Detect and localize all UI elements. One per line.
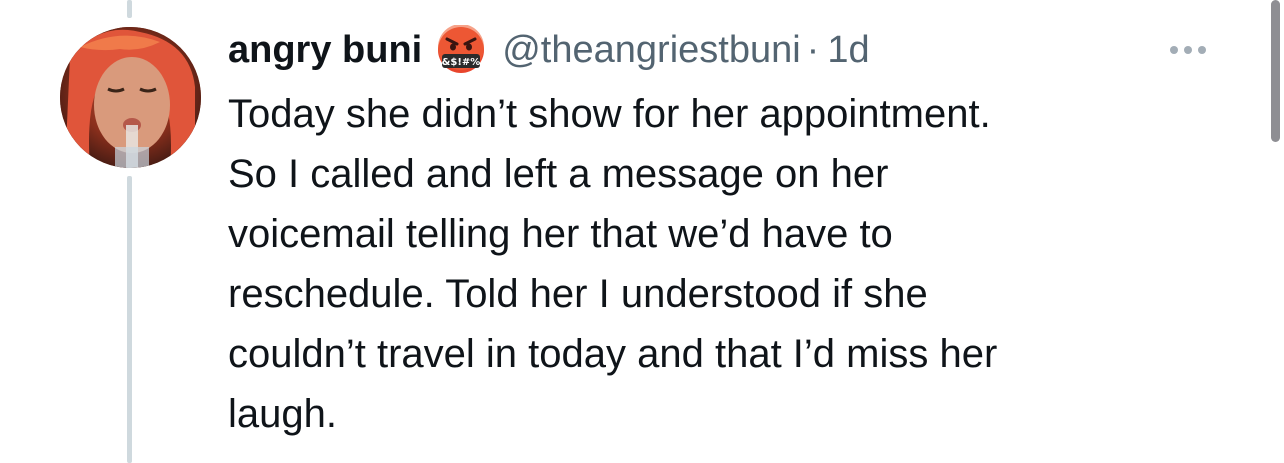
user-handle[interactable]: @theangriestbuni (502, 24, 800, 76)
timestamp[interactable]: 1d (827, 24, 869, 76)
face-with-symbols-icon: &$!#% (436, 25, 486, 75)
tweet-text-line: Today she didn’t show for her appointmen… (228, 92, 991, 136)
avatar[interactable] (60, 27, 201, 168)
more-options-button[interactable] (1160, 28, 1216, 72)
tweet-body: angry buni &$!#% @theangriestbuni · 1d T… (228, 24, 1260, 444)
display-name[interactable]: angry buni (228, 24, 422, 76)
thread-line-bottom (127, 176, 132, 463)
more-horizontal-icon (1170, 46, 1178, 54)
svg-text:&$!#%: &$!#% (442, 57, 481, 68)
tweet-text-line: couldn’t travel in today and that I’d mi… (228, 332, 998, 376)
tweet-header: angry buni &$!#% @theangriestbuni · 1d (228, 24, 1260, 76)
tweet-text-line: laugh. (228, 392, 337, 436)
tweet-text-line: voicemail telling her that we’d have to (228, 212, 893, 256)
tweet-text-line: reschedule. Told her I understood if she (228, 272, 928, 316)
scrollbar[interactable] (1271, 0, 1280, 142)
tweet-text-line: So I called and left a message on her (228, 152, 889, 196)
thread-line-top (127, 0, 132, 18)
tweet-text: Today she didn’t show for her appointmen… (228, 84, 1188, 444)
separator-dot: · (806, 29, 820, 71)
avatar-image (60, 27, 201, 168)
